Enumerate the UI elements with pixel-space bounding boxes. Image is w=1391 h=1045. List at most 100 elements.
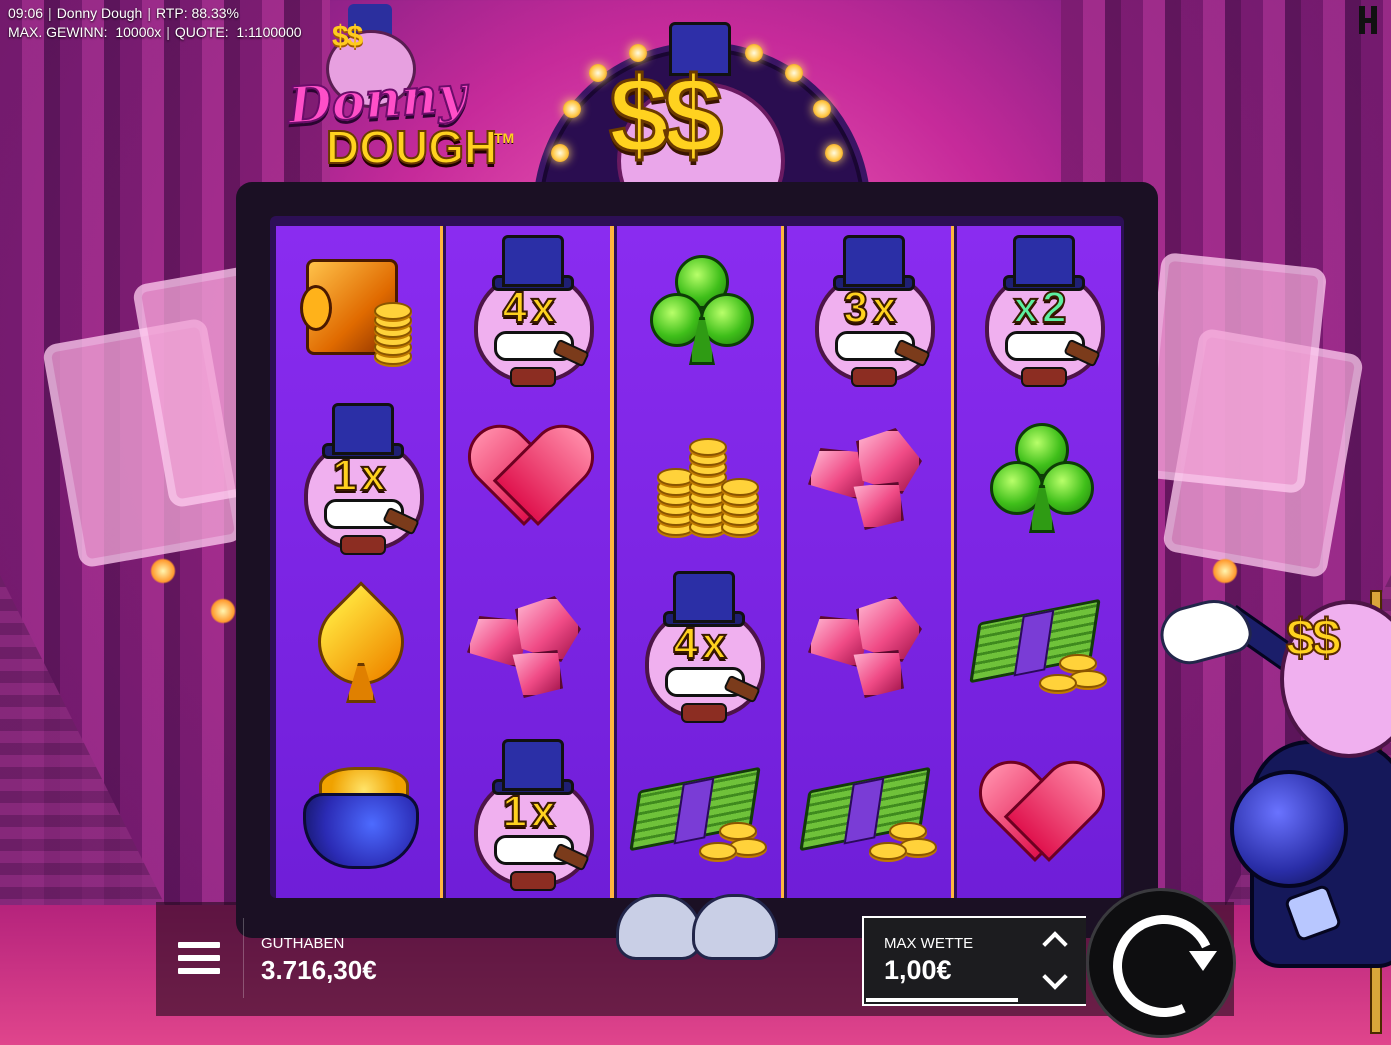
reel-cell — [276, 562, 440, 730]
coin-stack-icon — [639, 418, 759, 538]
odds-value: 1:1100000 — [236, 24, 302, 40]
reel-cell: 1x — [276, 394, 440, 562]
reel-4: 3x — [787, 226, 951, 898]
cash-stack-icon — [969, 596, 1109, 696]
top-hat-icon — [502, 235, 564, 287]
reel-cell — [787, 730, 951, 898]
marquee-bulb — [825, 144, 843, 162]
reel-cell — [957, 730, 1121, 898]
bet-value: 1,00€ — [884, 955, 952, 985]
bet-increase-button[interactable] — [1042, 928, 1068, 957]
multiplier-label: 3x — [843, 282, 901, 333]
multiplier-label: 1x — [502, 786, 560, 837]
marquee-bulb — [785, 64, 803, 82]
marquee-bulb — [551, 144, 569, 162]
hamburger-menu-icon — [178, 942, 220, 948]
bowtie-icon — [510, 367, 556, 387]
reel-cell — [276, 226, 440, 394]
bet-selector[interactable]: MAX WETTE 1,00€ — [862, 916, 1024, 1006]
info-row-2: MAX. GEWINN: 10000x | QUOTE: 1:1100000 — [8, 24, 302, 40]
reel-cell — [446, 562, 610, 730]
donny-multiplier-symbol: 1x — [288, 403, 428, 555]
spade-icon — [300, 581, 422, 703]
divider — [243, 918, 244, 998]
chevron-down-icon — [1042, 964, 1068, 990]
coin — [721, 478, 759, 496]
reel-cell: 1x — [446, 730, 610, 898]
coin — [689, 438, 727, 456]
donny-multiplier-symbol: x2 — [969, 235, 1109, 387]
bowtie-icon — [681, 703, 727, 723]
marquee-bulb — [589, 64, 607, 82]
marquee-dollar-eyes: $$ — [607, 53, 724, 177]
gloved-hands-icon — [616, 870, 778, 960]
coin-purse-icon — [293, 759, 423, 869]
bet-underline — [866, 998, 1018, 1002]
bowtie-icon — [1021, 367, 1067, 387]
bet-label: MAX WETTE — [884, 935, 974, 952]
game-logo: $$ Donny DOUGH TM — [285, 0, 524, 185]
balance-label: GUTHABEN — [261, 935, 345, 952]
multiplier-label: 1x — [332, 450, 390, 501]
reel-cell — [787, 562, 951, 730]
gems-icon — [804, 596, 934, 698]
mascot-belly — [1230, 770, 1348, 888]
game-info-bar: 09:06 | Donny Dough | RTP: 88.33% MAX. GEWIN… — [8, 4, 302, 42]
mascot-glove-icon — [1154, 591, 1256, 671]
safe-dial — [300, 285, 332, 331]
bet-stepper — [1020, 916, 1086, 1006]
rtp-value: 88.33% — [191, 5, 239, 21]
max-win-label: MAX. GEWINN: — [8, 24, 108, 40]
reel-cell — [787, 394, 951, 562]
top-hat-icon — [673, 571, 735, 623]
stage-light — [150, 558, 176, 584]
purse-bag — [303, 793, 419, 869]
reel-cell: 3x — [787, 226, 951, 394]
logo-word-dough: DOUGH — [325, 120, 498, 174]
club-icon — [644, 255, 754, 365]
gem — [512, 650, 563, 698]
menu-button[interactable] — [178, 942, 220, 978]
marquee-bulb — [813, 100, 831, 118]
donny-multiplier-symbol: 3x — [799, 235, 939, 387]
spin-arrow-tip — [1189, 951, 1217, 971]
clock: 09:06 — [8, 5, 44, 21]
cash-stack-icon — [799, 764, 939, 864]
multiplier-label: 4x — [673, 618, 731, 669]
top-hat-icon — [1013, 235, 1075, 287]
reel-cell — [276, 730, 440, 898]
coin — [1039, 674, 1077, 692]
reel-3: 4x — [617, 226, 781, 898]
mascot-dollar-eyes: $$ — [1285, 608, 1342, 668]
coin — [869, 842, 907, 860]
reel-cell — [617, 394, 781, 562]
donny-multiplier-symbol: 4x — [629, 571, 769, 723]
bowtie-icon — [340, 535, 386, 555]
logo-dollar-eyes: $$ — [332, 20, 363, 53]
gems-icon — [463, 596, 593, 698]
gems-icon — [804, 428, 934, 530]
glove-left-icon — [616, 894, 702, 960]
bet-decrease-button[interactable] — [1042, 964, 1068, 990]
provider-logo-icon — [1359, 6, 1379, 34]
heart-icon — [985, 764, 1093, 864]
game-name: Donny Dough — [56, 5, 143, 21]
stage-light — [210, 598, 236, 624]
spin-button[interactable] — [1086, 888, 1236, 1038]
reel-cell: x2 — [957, 226, 1121, 394]
odds-label: QUOTE: — [174, 24, 229, 40]
reel-grid: 1x 4x 1x 4x 3x x2 — [270, 216, 1124, 898]
heart-icon — [474, 428, 582, 528]
gem — [853, 482, 904, 530]
reel-cell: 4x — [617, 562, 781, 730]
safe-icon — [298, 255, 418, 365]
club-icon — [984, 423, 1094, 533]
marquee-bulb — [563, 100, 581, 118]
logo-trademark: TM — [494, 130, 515, 146]
background-card — [1138, 251, 1328, 495]
max-win-value: 10000x — [115, 24, 162, 40]
stage-light — [1212, 558, 1238, 584]
top-hat-icon — [502, 739, 564, 791]
gem — [853, 650, 904, 698]
donny-multiplier-symbol: 4x — [458, 235, 598, 387]
